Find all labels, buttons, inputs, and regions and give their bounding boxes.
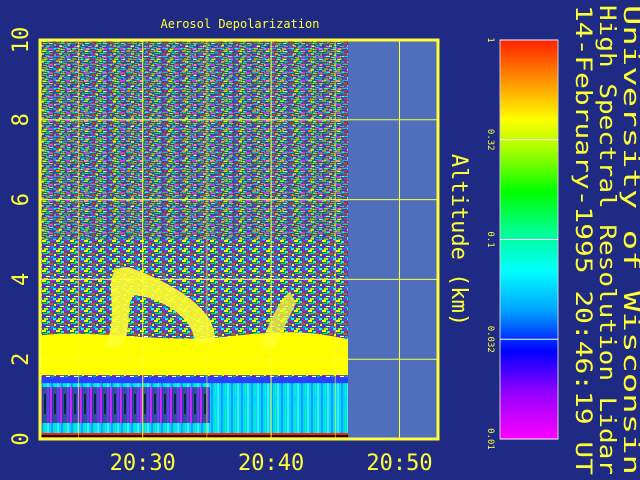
colorbar-tick-label: 1 xyxy=(485,37,495,42)
y-tick-labels: 0 2 4 6 8 10 xyxy=(9,27,34,446)
y-axis-label: Altitude (km) xyxy=(446,154,471,326)
side-title-line: University of Wisconsin xyxy=(618,5,640,475)
noise-upper xyxy=(40,40,349,240)
x-tick-label: 20:50 xyxy=(366,451,432,476)
colorbar-tick-label: 0.032 xyxy=(485,326,495,353)
x-tick-labels: 20:30 20:40 20:50 xyxy=(110,451,433,476)
plot-area xyxy=(40,40,438,439)
y-tick-label: 6 xyxy=(9,193,34,206)
side-title-line: High Spectral Resolution Lidar xyxy=(594,5,619,475)
x-tick-label: 20:30 xyxy=(110,451,176,476)
colorbar-tick-label: 0.32 xyxy=(485,129,495,151)
y-tick-label: 2 xyxy=(9,353,34,366)
side-title-line: 14-February-1995 20:46:19 UT xyxy=(570,5,595,475)
lidar-figure: Aerosol Depolarization 0 2 4 6 8 10 20:30 20:4… xyxy=(0,0,640,480)
no-data-region xyxy=(348,40,438,439)
colorbar-tick-label: 0.01 xyxy=(485,428,495,450)
ground-line xyxy=(40,435,349,438)
y-tick-label: 10 xyxy=(9,27,34,54)
y-tick-label: 0 xyxy=(9,432,34,445)
y-tick-label: 4 xyxy=(9,273,34,286)
boundary-layer-dark xyxy=(40,387,210,424)
chart-title: Aerosol Depolarization xyxy=(161,17,320,31)
y-tick-label: 8 xyxy=(9,113,34,126)
x-tick-label: 20:40 xyxy=(238,451,304,476)
boundary-layer-top xyxy=(40,377,349,384)
instrument-title: University of WisconsinHigh Spectral Res… xyxy=(570,5,640,475)
depolarization-chart: Aerosol Depolarization 0 2 4 6 8 10 20:30 20:4… xyxy=(9,5,640,476)
colorbar-tick-label: 0.1 xyxy=(485,231,495,247)
